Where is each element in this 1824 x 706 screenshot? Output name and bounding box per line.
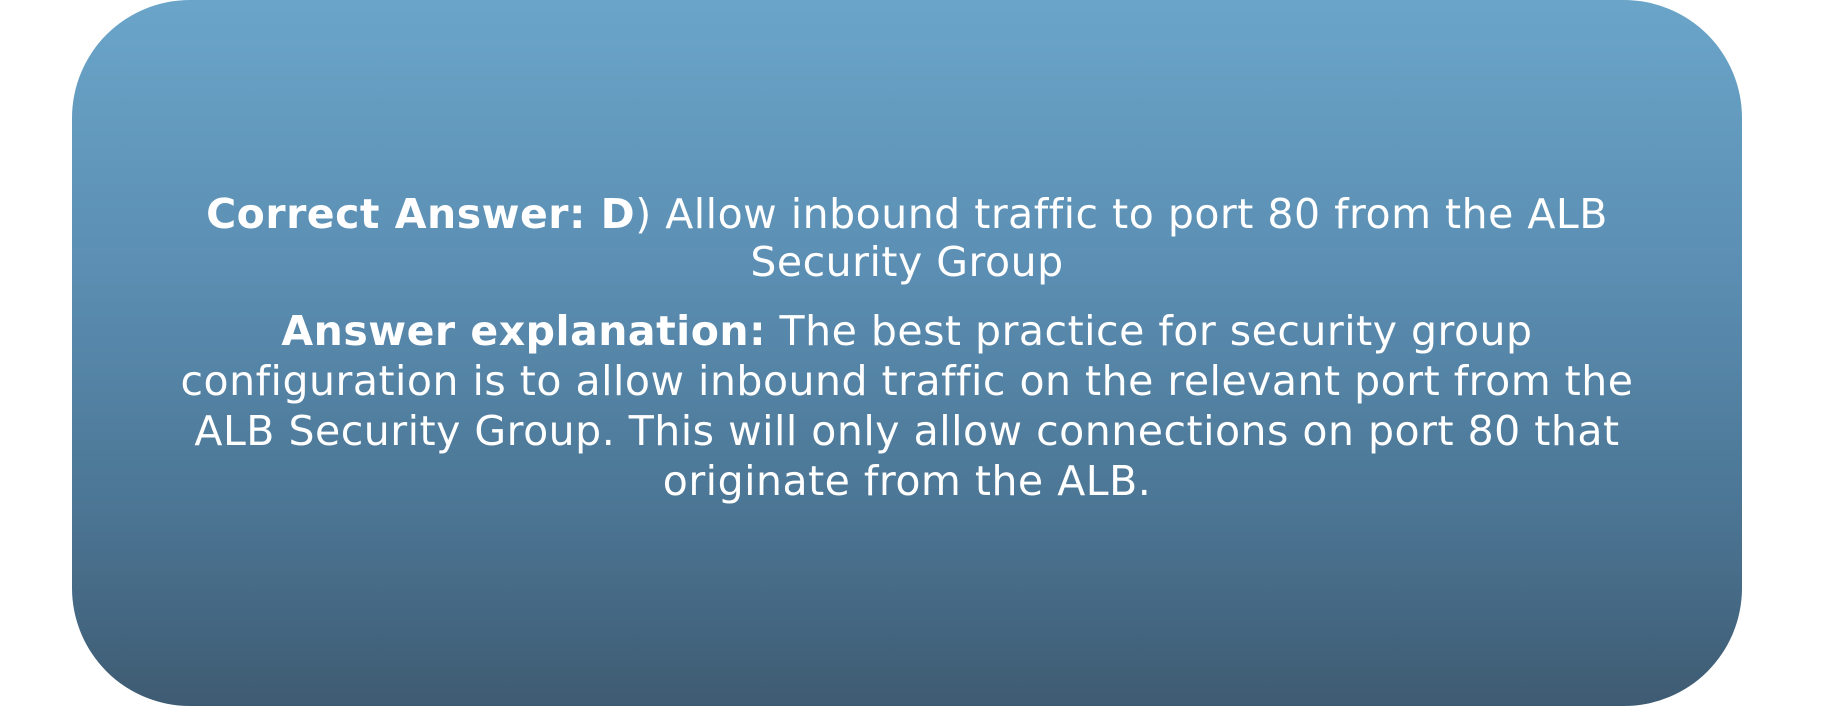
correct-answer-text: ) Allow inbound traffic to port 80 from … bbox=[635, 190, 1608, 286]
answer-card: Correct Answer: D) Allow inbound traffic… bbox=[72, 0, 1742, 706]
answer-explanation-label: Answer explanation: bbox=[281, 307, 766, 355]
answer-explanation: Answer explanation: The best practice fo… bbox=[147, 306, 1667, 506]
correct-answer: Correct Answer: D) Allow inbound traffic… bbox=[147, 190, 1667, 286]
correct-answer-label: Correct Answer: D bbox=[206, 190, 636, 238]
